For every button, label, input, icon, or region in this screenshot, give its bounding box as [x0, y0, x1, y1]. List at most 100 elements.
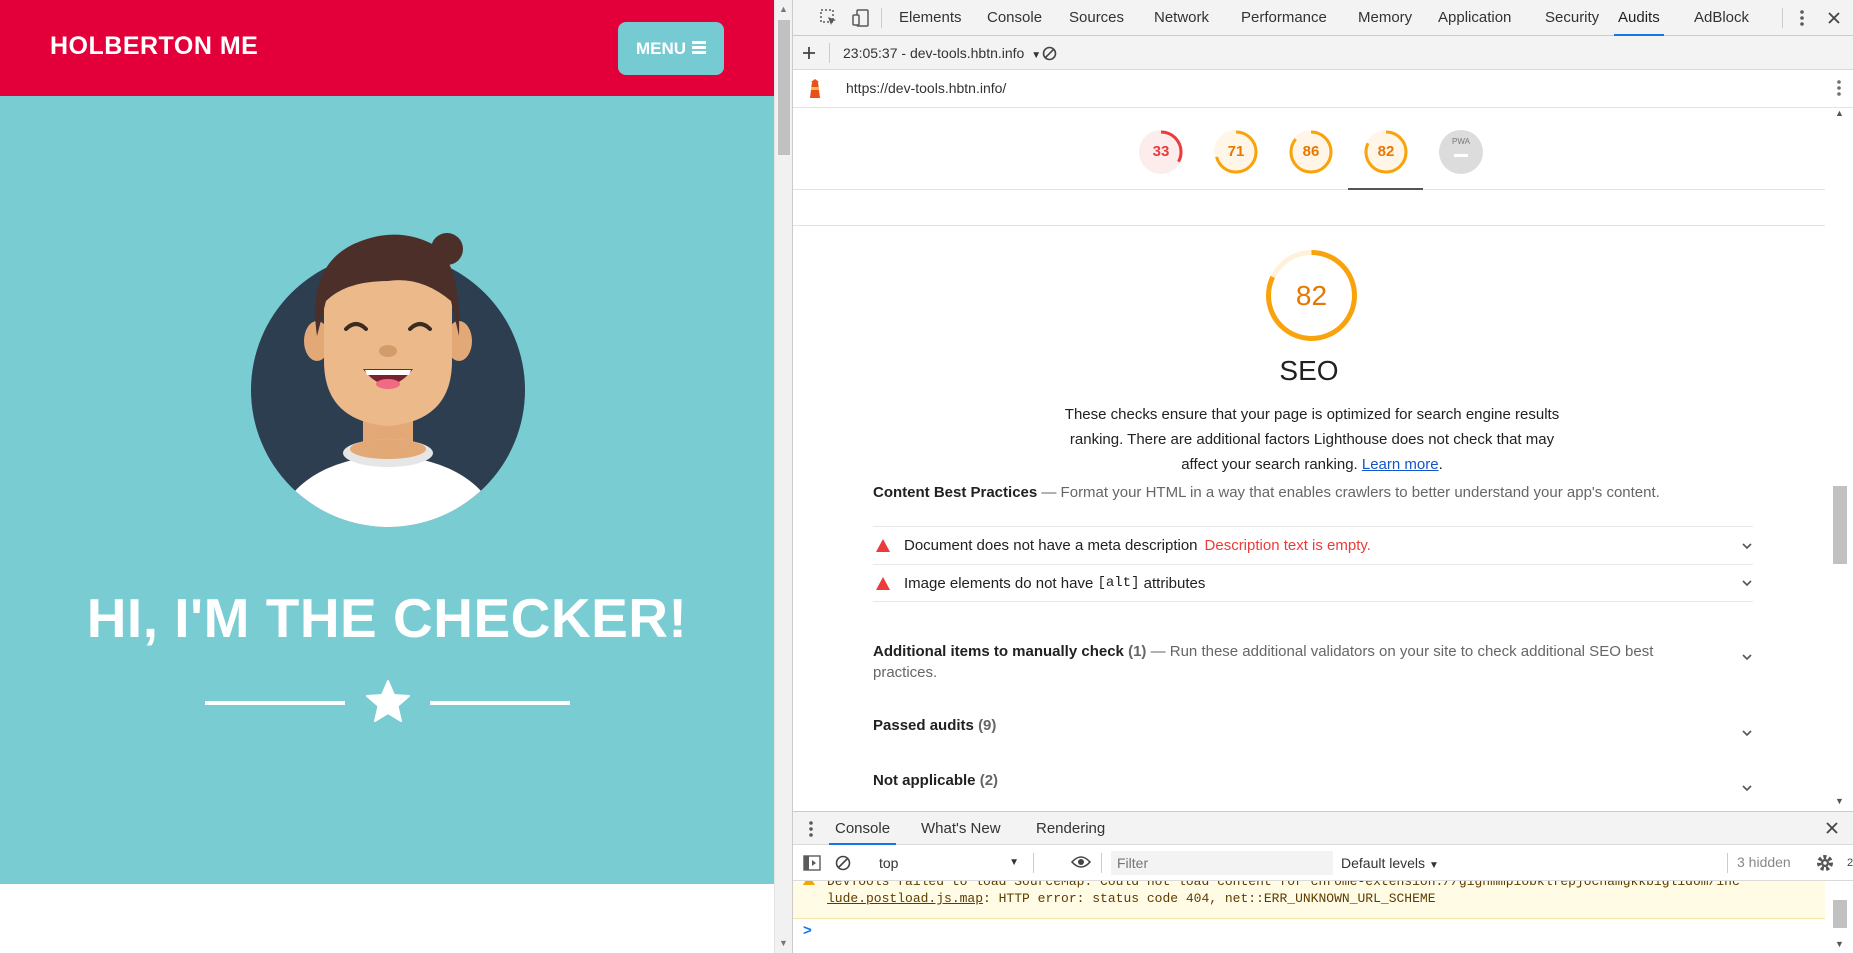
drawer-menu-icon[interactable] [809, 821, 813, 842]
close-devtools-icon[interactable] [1822, 6, 1846, 30]
tab-network[interactable]: Network [1150, 0, 1213, 36]
audit-image-alt[interactable]: Image elements do not have [alt] attribu… [873, 564, 1753, 602]
console-scroll-thumb[interactable] [1833, 900, 1847, 928]
log-levels-label: Default levels [1341, 855, 1426, 871]
drawer-tab-rendering[interactable]: Rendering [1030, 812, 1111, 845]
chevron-down-icon[interactable] [1741, 540, 1753, 552]
page-scroll-thumb[interactable] [778, 20, 790, 155]
seo-description: These checks ensure that your page is op… [1064, 406, 1560, 473]
scroll-up-icon[interactable]: ▲ [1835, 108, 1844, 118]
console-prompt-icon[interactable]: > [803, 922, 812, 939]
warning-icon [803, 881, 815, 885]
console-filter-input[interactable] [1111, 851, 1333, 875]
gauge-seo[interactable]: 82 [1362, 128, 1410, 176]
audit-scrollbar[interactable]: ▲ ▼ [1825, 108, 1853, 811]
divider-line-right [430, 701, 570, 705]
log-levels-dropdown[interactable]: Default levels ▼ [1341, 851, 1439, 875]
console-warning-line2-rest: : HTTP error: status code 404, net::ERR_… [983, 891, 1436, 906]
manual-count: (1) [1128, 643, 1147, 660]
report-url[interactable]: https://dev-tools.hbtn.info/ [846, 80, 1006, 96]
drawer-tab-whats-new[interactable]: What's New [915, 812, 1007, 845]
seo-score-gauge: 82 [1264, 248, 1359, 343]
toolbar-separator [829, 43, 830, 63]
seo-title: SEO [1279, 355, 1339, 386]
fail-triangle-icon [876, 576, 890, 590]
divider-line-left [205, 701, 345, 705]
scroll-down-icon[interactable]: ▼ [1835, 939, 1844, 949]
audit-meta-description[interactable]: Document does not have a meta descriptio… [873, 526, 1753, 564]
report-menu-icon[interactable] [1837, 80, 1841, 101]
scroll-down-icon[interactable]: ▼ [779, 938, 788, 948]
scroll-down-icon[interactable]: ▼ [1835, 796, 1844, 806]
menu-button[interactable]: MENU [618, 22, 724, 75]
gauge-accessibility[interactable]: 71 [1212, 128, 1260, 176]
context-value: top [879, 855, 899, 871]
show-sidebar-icon[interactable] [803, 855, 821, 876]
close-drawer-icon[interactable] [1825, 821, 1839, 840]
scroll-up-icon[interactable]: ▲ [779, 4, 788, 14]
drawer-tab-console[interactable]: Console [829, 812, 897, 845]
sourcemap-link[interactable]: lude.postload.js.map [827, 891, 983, 906]
device-toolbar-icon[interactable] [849, 6, 873, 30]
toolbar-separator [881, 8, 882, 28]
chevron-down-icon[interactable] [1741, 782, 1753, 794]
passed-audits-section[interactable]: Passed audits (9) [873, 717, 1753, 737]
audit-title-prefix: Image elements do not have [904, 574, 1094, 592]
console-settings-gear-icon[interactable] [1815, 853, 1835, 878]
gauge-performance-score: 33 [1152, 143, 1170, 160]
new-audit-icon[interactable] [797, 41, 821, 65]
report-selector-label: 23:05:37 - dev-tools.hbtn.info [843, 45, 1025, 61]
audit-scroll-thumb[interactable] [1833, 486, 1847, 564]
na-title: Not applicable [873, 772, 976, 789]
passed-count: (9) [978, 717, 997, 734]
chevron-down-icon[interactable] [1741, 651, 1753, 663]
eye-icon[interactable] [1070, 855, 1092, 874]
tab-audits[interactable]: Audits [1614, 0, 1664, 36]
group-title: Content Best Practices [873, 484, 1038, 501]
hero-title: HI, I'M THE CHECKER! [86, 587, 688, 649]
lighthouse-icon [807, 79, 823, 104]
tab-console[interactable]: Console [983, 0, 1046, 36]
audit-report: 33 71 86 82 PWA 82 SEO These checks ensu… [793, 108, 1825, 811]
navbar: HOLBERTON ME MENU [0, 0, 774, 96]
tab-security[interactable]: Security [1541, 0, 1603, 36]
manual-checks-section[interactable]: Additional items to manually check (1) —… [873, 641, 1753, 683]
audit-title: Document does not have a meta descriptio… [904, 537, 1198, 554]
brand-logo[interactable]: HOLBERTON ME [50, 32, 258, 61]
tab-elements[interactable]: Elements [895, 0, 966, 36]
avatar-illustration [251, 233, 525, 527]
tab-memory[interactable]: Memory [1354, 0, 1416, 36]
chevron-down-icon[interactable] [1741, 727, 1753, 739]
tab-adblock[interactable]: AdBlock [1690, 0, 1753, 36]
tab-performance[interactable]: Performance [1237, 0, 1331, 36]
clear-reports-icon[interactable] [1037, 41, 1061, 65]
not-applicable-section[interactable]: Not applicable (2) [873, 772, 1753, 792]
context-selector[interactable]: top ▼ [865, 851, 1025, 875]
audit-detail: Description text is empty. [1204, 537, 1371, 554]
gauge-pwa[interactable]: PWA [1437, 128, 1485, 176]
more-options-icon[interactable] [1790, 6, 1814, 30]
toolbar-separator [1727, 853, 1728, 873]
page-scrollbar[interactable]: ▲ ▼ [774, 0, 792, 953]
tab-application[interactable]: Application [1434, 0, 1515, 36]
category-gauges: 33 71 86 82 PWA [793, 108, 1825, 190]
content-best-practices-header: Content Best Practices — Format your HTM… [873, 484, 1753, 501]
console-input[interactable] [841, 915, 1811, 945]
chevron-down-icon[interactable] [1741, 577, 1753, 589]
seo-description-text: These checks ensure that your page is op… [1064, 406, 1560, 473]
screen: HOLBERTON ME MENU HI, I'M THE CHECKER! ▲… [0, 0, 1853, 953]
hero-section: HI, I'M THE CHECKER! [0, 96, 774, 884]
report-selector[interactable]: 23:05:37 - dev-tools.hbtn.info ▼ [843, 36, 1041, 70]
hidden-count: 3 hidden [1737, 854, 1791, 870]
tab-sources[interactable]: Sources [1065, 0, 1128, 36]
console-scrollbar[interactable]: ▼ [1825, 881, 1853, 953]
menu-label: MENU [635, 38, 687, 58]
clear-console-icon[interactable] [835, 855, 851, 876]
learn-more-link[interactable]: Learn more [1362, 456, 1439, 473]
gauge-performance[interactable]: 33 [1137, 128, 1185, 176]
hamburger-icon [692, 39, 707, 59]
gauge-accessibility-score: 71 [1227, 143, 1245, 160]
gauge-best-practices[interactable]: 86 [1287, 128, 1335, 176]
inspect-element-icon[interactable] [817, 6, 841, 30]
active-gauge-underline [1348, 188, 1423, 190]
